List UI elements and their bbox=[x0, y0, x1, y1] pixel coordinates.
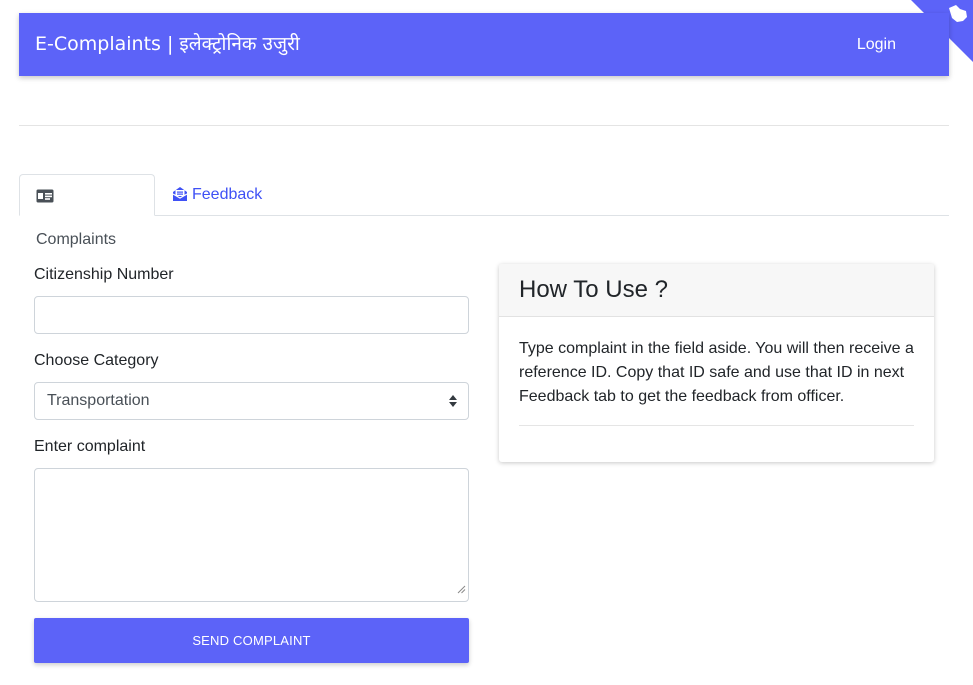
send-complaint-button[interactable]: SEND COMPLAINT bbox=[34, 618, 469, 663]
select-arrows-icon bbox=[448, 394, 458, 408]
category-label: Choose Category bbox=[34, 352, 159, 369]
tab-bar: Complaints Feedback bbox=[19, 174, 949, 248]
tab-complaints-label: Complaints bbox=[36, 231, 117, 248]
tab-complaints[interactable]: Complaints bbox=[19, 174, 155, 248]
card-divider bbox=[519, 425, 914, 426]
category-selected-value: Transportation bbox=[47, 392, 150, 409]
complaint-textarea[interactable] bbox=[34, 468, 469, 602]
id-card-icon bbox=[36, 178, 54, 219]
card-title: How To Use ? bbox=[499, 264, 934, 317]
resize-grip-icon[interactable] bbox=[457, 581, 466, 599]
category-select[interactable]: Transportation bbox=[34, 382, 469, 420]
login-link[interactable]: Login bbox=[857, 13, 896, 76]
tab-feedback-label: Feedback bbox=[192, 186, 263, 203]
citizenship-input[interactable] bbox=[34, 296, 469, 334]
brand-title[interactable]: E-Complaints | इलेक्ट्रोनिक उजुरी bbox=[35, 13, 300, 76]
citizenship-label: Citizenship Number bbox=[34, 266, 174, 283]
card-body-text: Type complaint in the field aside. You w… bbox=[519, 340, 914, 405]
how-to-use-card: How To Use ? Type complaint in the field… bbox=[499, 264, 934, 462]
envelope-open-icon bbox=[172, 177, 188, 218]
tab-feedback[interactable]: Feedback bbox=[156, 174, 278, 215]
top-navbar: E-Complaints | इलेक्ट्रोनिक उजुरी Login bbox=[19, 13, 949, 76]
divider bbox=[19, 125, 949, 126]
complaint-label: Enter complaint bbox=[34, 438, 146, 455]
